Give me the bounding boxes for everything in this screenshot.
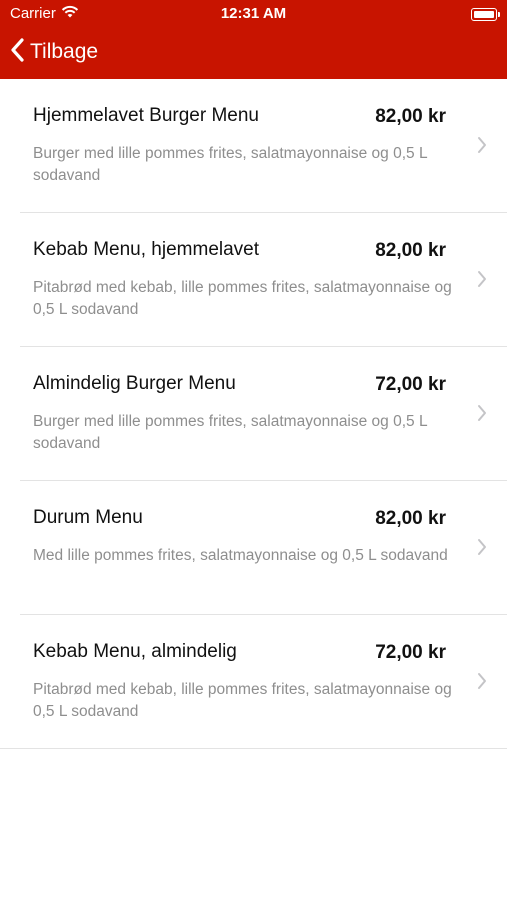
menu-item[interactable]: Kebab Menu, hjemmelavet 82,00 kr Pitabrø… [0, 213, 507, 347]
status-bar: Carrier 12:31 AM [0, 0, 507, 28]
menu-item-title: Durum Menu [33, 507, 143, 528]
menu-item-title: Hjemmelavet Burger Menu [33, 105, 259, 126]
back-button-label: Tilbage [30, 40, 99, 63]
menu-item-description: Med lille pommes frites, salatmayonnaise… [33, 547, 448, 564]
menu-item-price: 82,00 kr [375, 240, 446, 261]
menu-item[interactable]: Hjemmelavet Burger Menu 82,00 kr Burger … [0, 79, 507, 213]
menu-item-description: Burger med lille pommes frites, salatmay… [33, 145, 428, 184]
chevron-right-icon [477, 270, 487, 293]
battery-icon [471, 8, 500, 21]
chevron-right-icon [477, 538, 487, 561]
menu-item-price: 72,00 kr [375, 374, 446, 395]
menu-item[interactable]: Kebab Menu, almindelig 72,00 kr Pitabrød… [0, 615, 507, 749]
navigation-bar: Carrier 12:31 AM Tilbage [0, 0, 507, 79]
chevron-left-icon [10, 37, 24, 67]
menu-item[interactable]: Almindelig Burger Menu 72,00 kr Burger m… [0, 347, 507, 481]
menu-item-title: Kebab Menu, hjemmelavet [33, 239, 260, 260]
menu-item-price: 82,00 kr [375, 508, 446, 529]
menu-item-description: Burger med lille pommes frites, salatmay… [33, 413, 428, 452]
chevron-right-icon [477, 136, 487, 159]
menu-item-description: Pitabrød med kebab, lille pommes frites,… [33, 681, 452, 720]
menu-item-price: 72,00 kr [375, 642, 446, 663]
menu-list: Hjemmelavet Burger Menu 82,00 kr Burger … [0, 79, 507, 749]
menu-item-description: Pitabrød med kebab, lille pommes frites,… [33, 279, 452, 318]
menu-item-title: Kebab Menu, almindelig [33, 641, 237, 662]
chevron-right-icon [477, 672, 487, 695]
menu-item-price: 82,00 kr [375, 106, 446, 127]
status-time: 12:31 AM [220, 5, 287, 22]
back-button[interactable]: Tilbage [10, 36, 98, 68]
menu-item-title: Almindelig Burger Menu [33, 373, 236, 394]
chevron-right-icon [477, 404, 487, 427]
menu-item[interactable]: Durum Menu 82,00 kr Med lille pommes fri… [0, 481, 507, 615]
